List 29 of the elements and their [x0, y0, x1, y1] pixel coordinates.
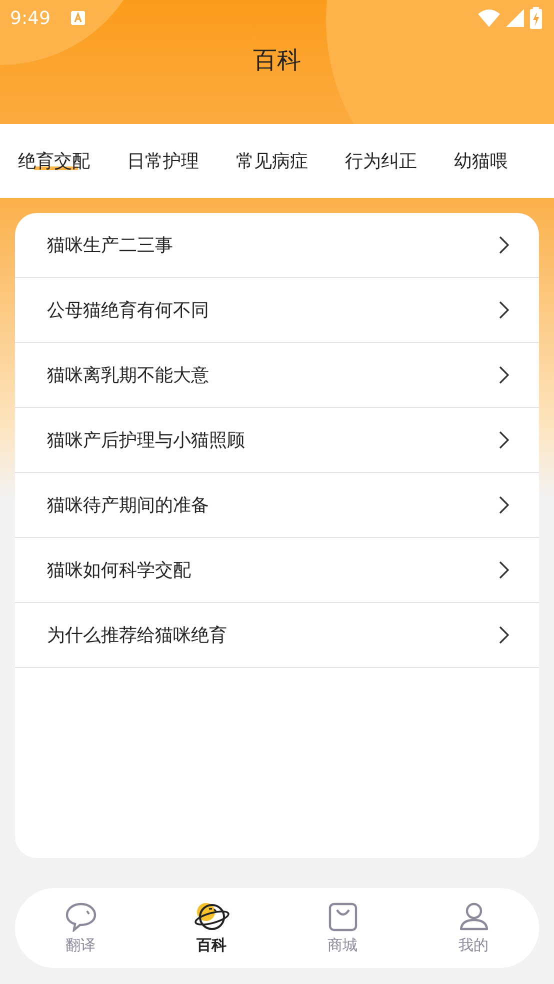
category-tab[interactable]: 常见病症	[236, 147, 308, 175]
nav-item[interactable]: 百科	[146, 888, 277, 968]
shopping-bag-icon	[328, 902, 358, 932]
article-row[interactable]: 猫咪离乳期不能大意	[15, 343, 539, 408]
chevron-right-icon	[499, 301, 509, 319]
category-tab[interactable]: 行为纠正	[345, 147, 417, 175]
chat-bubble-icon	[64, 902, 96, 932]
article-row[interactable]: 猫咪待产期间的准备	[15, 473, 539, 538]
article-row[interactable]: 公母猫绝育有何不同	[15, 278, 539, 343]
signal-icon	[506, 9, 524, 27]
chevron-right-icon	[499, 366, 509, 384]
user-icon	[458, 902, 488, 932]
page-title: 百科	[252, 45, 302, 76]
chevron-right-icon	[499, 561, 509, 579]
chevron-right-icon	[499, 496, 509, 514]
category-tab[interactable]: 日常护理	[127, 147, 199, 175]
planet-icon	[194, 902, 230, 932]
status-time: 9:49	[10, 8, 50, 28]
article-row[interactable]: 为什么推荐给猫咪绝育	[15, 603, 539, 668]
chevron-right-icon	[499, 236, 509, 254]
article-row[interactable]: 猫咪产后护理与小猫照顾	[15, 408, 539, 473]
battery-icon	[530, 7, 542, 29]
category-tab[interactable]: 幼猫喂	[454, 147, 508, 175]
wifi-icon	[478, 9, 500, 27]
chevron-right-icon	[499, 626, 509, 644]
chevron-right-icon	[499, 431, 509, 449]
notification-icon	[70, 10, 86, 26]
article-row[interactable]: 猫咪如何科学交配	[15, 538, 539, 603]
article-row[interactable]: 猫咪生产二三事	[15, 213, 539, 278]
